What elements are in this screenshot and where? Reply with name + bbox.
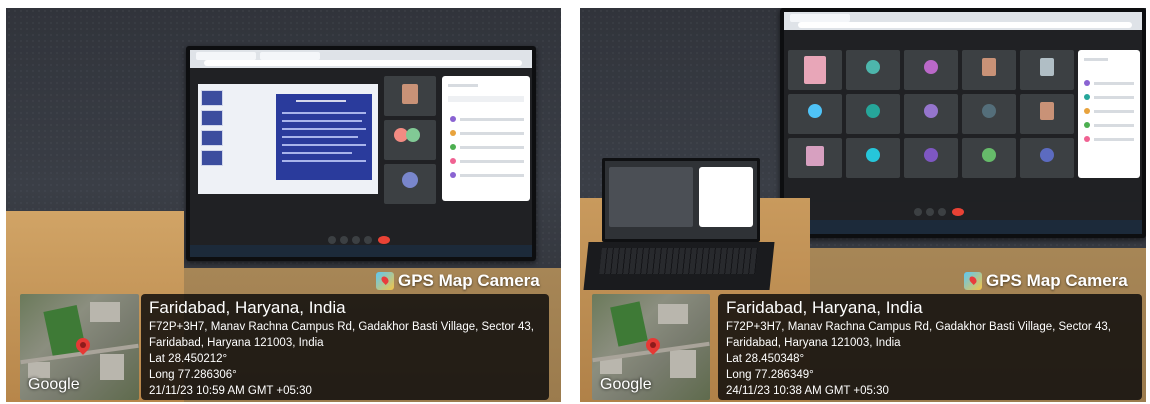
address-line-1: F72P+3H7, Manav Rachna Campus Rd, Gadakh…	[726, 321, 1111, 333]
gps-brand: GPS Map Camera	[964, 271, 1128, 291]
browser-bar	[190, 50, 532, 68]
location-title: Faridabad, Haryana, India	[149, 298, 346, 317]
meet-area	[190, 68, 532, 237]
laptop-keyboard	[583, 242, 775, 290]
camera-icon	[340, 236, 348, 244]
longitude: Long 77.286306°	[149, 369, 237, 381]
photo-left: GPS Map Camera Google Faridabad, Haryana…	[6, 8, 561, 402]
mic-icon	[914, 208, 922, 216]
tv-display	[780, 8, 1146, 238]
present-icon	[352, 236, 360, 244]
present-icon	[938, 208, 946, 216]
people-panel	[1078, 50, 1140, 178]
google-logo: Google	[28, 376, 80, 393]
photo-right: GPS Map Camera Google Faridabad, Haryana…	[580, 8, 1146, 402]
location-map: Google	[592, 294, 710, 400]
latitude: Lat 28.450212°	[149, 353, 228, 365]
meet-grid	[784, 30, 1142, 200]
address-line-1: F72P+3H7, Manav Rachna Campus Rd, Gadakh…	[149, 321, 534, 333]
participant-tile	[384, 76, 436, 116]
gps-camera-logo-icon	[964, 272, 982, 290]
laptop-screen	[602, 158, 760, 242]
end-call-icon	[952, 208, 964, 216]
gps-camera-logo-icon	[376, 272, 394, 290]
gps-brand: GPS Map Camera	[376, 271, 540, 291]
participant-tile	[384, 164, 436, 204]
camera-icon	[926, 208, 934, 216]
windows-taskbar	[190, 245, 532, 257]
google-logo: Google	[600, 376, 652, 393]
latitude: Lat 28.450348°	[726, 353, 805, 365]
timestamp: 24/11/23 10:38 AM GMT +05:30	[726, 385, 889, 397]
browser-bar	[784, 12, 1142, 30]
raise-hand-icon	[364, 236, 372, 244]
people-panel	[442, 76, 530, 201]
tv-display	[186, 46, 536, 261]
shared-slide	[198, 84, 378, 194]
location-map: Google	[20, 294, 139, 400]
location-card: Faridabad, Haryana, India F72P+3H7, Mana…	[141, 294, 549, 400]
participant-tile	[384, 120, 436, 160]
timestamp: 21/11/23 10:59 AM GMT +05:30	[149, 385, 312, 397]
tv-screen	[784, 12, 1142, 234]
location-card: Faridabad, Haryana, India F72P+3H7, Mana…	[718, 294, 1142, 400]
tv-screen	[190, 50, 532, 257]
longitude: Long 77.286349°	[726, 369, 814, 381]
address-line-2: Faridabad, Haryana 121003, India	[726, 337, 901, 349]
location-title: Faridabad, Haryana, India	[726, 298, 923, 317]
end-call-icon	[378, 236, 390, 244]
address-line-2: Faridabad, Haryana 121003, India	[149, 337, 324, 349]
mic-icon	[328, 236, 336, 244]
windows-taskbar	[784, 220, 1142, 234]
